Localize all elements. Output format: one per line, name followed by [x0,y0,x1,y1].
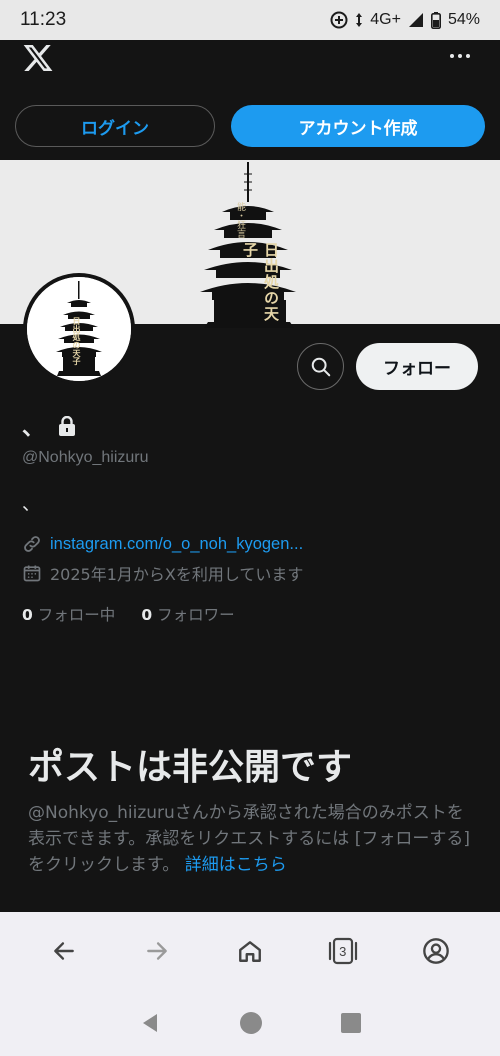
network-type: 4G+ [370,11,401,28]
bio: 、 [22,494,40,515]
top-bar [0,40,500,80]
account-button[interactable] [412,927,460,975]
browser-toolbar: 3 [0,912,500,990]
forward-arrow-icon [147,942,168,960]
forward-button[interactable] [133,927,181,975]
lock-icon [59,416,76,436]
signal-icon [408,13,423,27]
follow-stats: 0 フォロー中 0 フォロワー [22,603,235,625]
system-back-icon[interactable] [138,1011,162,1035]
followers-stat[interactable]: 0 フォロワー [141,603,234,625]
status-bar: 11:23 4G+ 54% [0,0,500,40]
search-profile-button[interactable] [297,343,344,390]
login-button[interactable]: ログイン [15,105,215,147]
back-arrow-icon [54,942,75,960]
profile-link-row[interactable]: instagram.com/o_o_noh_kyogen... [22,534,303,554]
following-count: 0 [22,606,33,624]
account-icon [422,938,449,964]
avatar-title: 日出処の天子 [72,317,82,365]
system-recents-icon[interactable] [340,1012,362,1034]
more-options-icon[interactable] [450,50,474,62]
avatar[interactable]: 日出処の天子 [24,274,134,384]
display-name-row: 、 [22,410,76,442]
battery-icon [430,11,441,29]
join-date: 2025年1月からXを利用しています [50,565,304,584]
banner-subtitle: 能・狂言 [235,202,245,238]
following-label: フォロー中 [37,606,116,624]
data-saver-icon [330,11,348,29]
home-icon [239,941,261,962]
follow-button[interactable]: フォロー [356,343,478,390]
tabs-button[interactable]: 3 [319,927,367,975]
back-button[interactable] [40,927,88,975]
data-arrows-icon [356,13,363,27]
display-name: 、 [22,416,45,441]
learn-more-link[interactable]: 詳細はこちら [185,855,287,875]
status-time: 11:23 [20,9,67,30]
signup-button[interactable]: アカウント作成 [231,105,485,147]
status-icons: 4G+ 54% [330,11,480,29]
username: @Nohkyo_hiizuru [22,449,149,466]
profile-link[interactable]: instagram.com/o_o_noh_kyogen... [50,535,303,554]
battery-percent: 54% [447,11,480,28]
system-nav-bar [0,990,500,1056]
calendar-icon [23,565,41,582]
banner-title: 日出処の天子 [241,242,280,322]
tab-count: 3 [339,943,347,959]
join-date-row: 2025年1月からXを利用しています [22,561,303,585]
private-body: @Nohkyo_hiizuruさんから承認された場合のみポストを表示できます。承… [28,800,473,878]
private-title: ポストは非公開です [28,747,353,788]
search-icon [311,357,330,376]
x-logo-icon[interactable] [22,42,54,74]
home-button[interactable] [226,927,274,975]
followers-count: 0 [141,606,153,624]
following-stat[interactable]: 0 フォロー中 [22,603,115,625]
system-home-icon[interactable] [239,1011,263,1035]
link-icon [24,536,40,552]
followers-label: フォロワー [157,606,235,624]
